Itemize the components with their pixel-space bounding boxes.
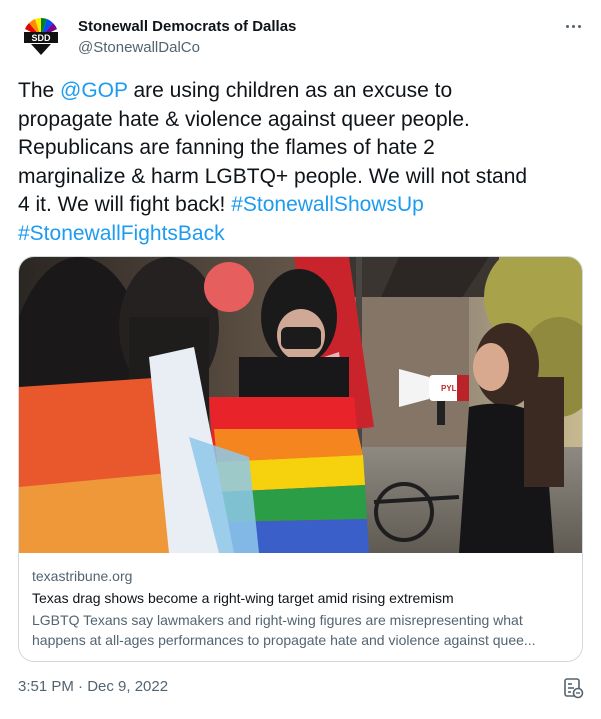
tweet-text-segment: propagate hate & violence against queer …	[18, 107, 470, 131]
tweet-author: Stonewall Democrats of Dallas @Stonewall…	[78, 17, 296, 58]
tweet-text-line: marginalize & harm LGBTQ+ people. We wil…	[18, 163, 588, 192]
tweet-text-segment: are using children as an excuse to	[127, 79, 453, 102]
avatar[interactable]: SDD	[19, 15, 63, 59]
mention-link[interactable]: @GOP	[60, 79, 128, 102]
author-handle[interactable]: @StonewallDalCo	[78, 38, 296, 58]
tweet-text-segment: 4 it. We will fight back!	[18, 193, 232, 216]
card-image[interactable]: PYLE	[19, 257, 582, 553]
card-description-line: LGBTQ Texans say lawmakers and right-win…	[32, 612, 523, 628]
analytics-icon[interactable]	[562, 677, 584, 699]
card-domain: texastribune.org	[32, 568, 133, 584]
tweet-timestamp[interactable]: 3:51 PM · Dec 9, 2022	[18, 678, 168, 695]
svg-text:SDD: SDD	[31, 33, 51, 43]
tweet-text-line: Republicans are fanning the flames of ha…	[18, 134, 588, 163]
tweet-text-line: propagate hate & violence against queer …	[18, 106, 588, 135]
sdd-logo-icon: SDD	[24, 17, 58, 55]
card-title: Texas drag shows become a right-wing tar…	[32, 590, 454, 606]
hashtag-link[interactable]: #StonewallShowsUp	[231, 193, 424, 216]
link-card[interactable]: PYLE texastribune.org Texas drag shows b…	[18, 256, 583, 662]
card-description: LGBTQ Texans say lawmakers and right-win…	[32, 610, 572, 650]
tweet-text-segment: marginalize & harm LGBTQ+ people. We wil…	[18, 164, 528, 188]
card-meta: texastribune.org Texas drag shows become…	[32, 566, 572, 650]
tweet-text-segment: The	[18, 79, 61, 102]
svg-text:PYLE: PYLE	[441, 384, 463, 393]
tweet-text: The @GOP are using children as an excuse…	[18, 77, 588, 248]
tweet-text-line: #StonewallFightsBack	[18, 220, 588, 249]
tweet-text-line: The @GOP are using children as an excuse…	[18, 77, 588, 106]
more-options-icon[interactable]	[560, 16, 588, 36]
hashtag-link[interactable]: #StonewallFightsBack	[18, 222, 225, 245]
author-display-name[interactable]: Stonewall Democrats of Dallas	[78, 17, 296, 37]
tweet-text-line: 4 it. We will fight back! #StonewallShow…	[18, 191, 588, 220]
tweet: SDD Stonewall Democrats of Dallas @Stone…	[0, 0, 601, 719]
card-description-line: happens at all-ages performances to prop…	[32, 632, 536, 648]
tweet-text-segment: Republicans are fanning the flames of ha…	[18, 136, 435, 159]
